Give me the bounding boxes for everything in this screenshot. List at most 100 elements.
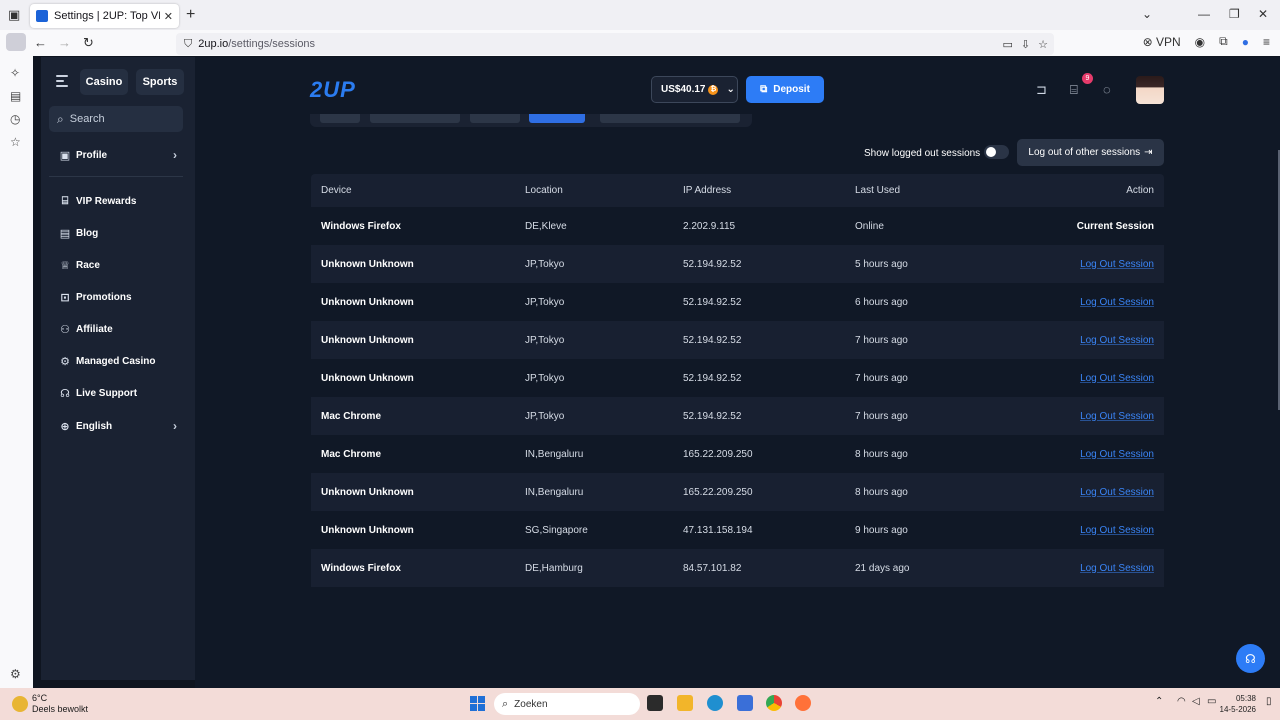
- picture-icon[interactable]: ▭: [1003, 38, 1013, 51]
- table-row: Unknown Unknown JP,Tokyo 52.194.92.52 7 …: [311, 359, 1164, 397]
- firefox-icon[interactable]: [795, 695, 811, 711]
- save-page-icon[interactable]: ⇩: [1021, 38, 1030, 51]
- history-icon[interactable]: ◷: [10, 112, 20, 126]
- settings-tab[interactable]: [370, 114, 460, 123]
- affiliate-users-icon: ⚇: [60, 323, 70, 336]
- forward-icon[interactable]: →: [58, 35, 71, 50]
- casino-button[interactable]: Casino: [80, 69, 128, 95]
- show-logged-out-toggle[interactable]: [984, 145, 1009, 159]
- sidebar-toggle-icon[interactable]: [6, 33, 26, 51]
- globe-icon: ⊕: [60, 420, 70, 433]
- logout-session-link[interactable]: Log Out Session: [1080, 335, 1154, 346]
- synced-tabs-icon[interactable]: ▤: [10, 89, 21, 103]
- app-menu-icon[interactable]: ≡: [1263, 35, 1270, 49]
- sidebar-item-label: Live Support: [76, 387, 138, 399]
- notification-badge: 9: [1082, 73, 1093, 84]
- sidebar-item-label: Race: [76, 259, 100, 271]
- clock-date: 14-5-2026: [1219, 705, 1256, 714]
- account-icon[interactable]: ◉: [1195, 35, 1205, 49]
- file-explorer-icon[interactable]: [677, 695, 693, 711]
- restore-icon[interactable]: ❐: [1229, 7, 1240, 21]
- weather-widget[interactable]: 6°C Deels bewolkt: [12, 693, 88, 715]
- logout-session-link[interactable]: Log Out Session: [1080, 449, 1154, 460]
- sidebar-item-profile[interactable]: ▣ Profile ›: [59, 148, 177, 162]
- search-placeholder: Search: [69, 113, 105, 125]
- task-view-icon[interactable]: [647, 695, 663, 711]
- bookmark-star-icon[interactable]: ☆: [1038, 38, 1048, 51]
- cell-device: Windows Firefox: [321, 562, 401, 574]
- cell-last-used: 8 hours ago: [855, 448, 908, 460]
- gift-icon[interactable]: ⌸: [1070, 82, 1078, 98]
- sidebar-item-promotions[interactable]: ⊡ Promotions: [59, 291, 177, 304]
- wifi-icon[interactable]: ◠: [1177, 696, 1186, 707]
- browser-titlebar: ▣ Settings | 2UP: Top VIP Online Casino …: [0, 0, 1280, 30]
- sidebar-item-vip-rewards[interactable]: ⌸ VIP Rewards: [59, 195, 177, 207]
- settings-tab-strip: [310, 114, 752, 127]
- reload-icon[interactable]: ↻: [83, 35, 94, 51]
- settings-tab-active[interactable]: [529, 114, 585, 123]
- promotions-icon: ⊡: [60, 291, 70, 304]
- ai-sparkle-icon[interactable]: ✧: [10, 66, 20, 80]
- chat-icon[interactable]: ◌: [1103, 82, 1111, 97]
- taskbar-clock[interactable]: 05:38 14-5-2026: [1220, 693, 1256, 715]
- cell-last-used: Online: [855, 220, 884, 232]
- back-icon[interactable]: ←: [34, 35, 47, 50]
- battery-icon[interactable]: ▭: [1207, 696, 1216, 707]
- notifications-icon[interactable]: ▯: [1266, 696, 1272, 707]
- sidebar-item-live-support[interactable]: ☊ Live Support: [59, 387, 177, 400]
- start-button-icon[interactable]: [470, 696, 485, 711]
- sidebar-item-language[interactable]: ⊕ English ›: [59, 419, 177, 433]
- deposit-button[interactable]: ⧉ Deposit: [746, 76, 824, 103]
- firefox-vpn-icon[interactable]: ●: [1242, 35, 1249, 49]
- customize-sidebar-icon[interactable]: ⚙: [10, 667, 21, 681]
- logout-session-link[interactable]: Log Out Session: [1080, 373, 1154, 384]
- logout-session-link[interactable]: Log Out Session: [1080, 297, 1154, 308]
- tab-overview-icon[interactable]: ▣: [8, 7, 20, 23]
- tray-overflow-icon[interactable]: ⌃: [1155, 696, 1163, 707]
- minimize-icon[interactable]: —: [1198, 7, 1210, 21]
- sports-button[interactable]: Sports: [136, 69, 184, 95]
- ticket-icon[interactable]: ⊐: [1036, 82, 1047, 98]
- table-header: Device Location IP Address Last Used Act…: [311, 174, 1164, 207]
- sidebar-item-managed-casino[interactable]: ⚙ Managed Casino: [59, 355, 177, 368]
- balance-selector[interactable]: US$40.17 ₿ ⌄: [651, 76, 738, 103]
- browser-tab[interactable]: Settings | 2UP: Top VIP Online Casino ✕: [30, 4, 179, 28]
- balance-amount: US$40.17: [661, 84, 706, 95]
- logout-session-link[interactable]: Log Out Session: [1080, 487, 1154, 498]
- logout-session-link[interactable]: Log Out Session: [1080, 563, 1154, 574]
- vpn-button[interactable]: ⊗ VPN: [1143, 35, 1181, 49]
- bookmarks-icon[interactable]: ☆: [10, 135, 21, 149]
- cell-last-used: 9 hours ago: [855, 524, 908, 536]
- new-tab-icon[interactable]: +: [186, 6, 195, 24]
- store-icon[interactable]: [737, 695, 753, 711]
- chrome-icon[interactable]: [766, 695, 782, 711]
- logout-session-link[interactable]: Log Out Session: [1080, 411, 1154, 422]
- cell-location: JP,Tokyo: [525, 410, 565, 422]
- avatar[interactable]: [1136, 76, 1164, 104]
- tab-list-chevron-icon[interactable]: ⌄: [1142, 7, 1152, 21]
- live-support-button[interactable]: ☊: [1236, 644, 1265, 673]
- chevron-down-icon: ⌄: [726, 84, 735, 95]
- sidebar-item-affiliate[interactable]: ⚇ Affiliate: [59, 323, 177, 336]
- settings-tab[interactable]: [320, 114, 360, 123]
- close-window-icon[interactable]: ✕: [1258, 7, 1268, 21]
- sidebar-item-blog[interactable]: ▤ Blog: [59, 227, 177, 240]
- extensions-icon[interactable]: ⧉: [1219, 34, 1228, 49]
- site-logo[interactable]: 2UP: [310, 77, 356, 103]
- settings-tab[interactable]: [600, 114, 740, 123]
- volume-icon[interactable]: ◁: [1192, 696, 1200, 707]
- tab-close-icon[interactable]: ✕: [164, 10, 173, 23]
- tracking-shield-icon[interactable]: ⛉: [184, 38, 192, 51]
- settings-tab[interactable]: [470, 114, 520, 123]
- sidebar-item-race[interactable]: ♕ Race: [59, 259, 177, 272]
- logout-other-sessions-button[interactable]: Log out of other sessions ⇥: [1017, 139, 1164, 166]
- address-bar[interactable]: ⛉ 2up.io/settings/sessions ▭ ⇩ ☆: [176, 33, 1054, 55]
- edge-icon[interactable]: [707, 695, 723, 711]
- cell-last-used: 7 hours ago: [855, 372, 908, 384]
- sidebar-search[interactable]: ⌕ Search: [49, 106, 183, 132]
- logout-session-link[interactable]: Log Out Session: [1080, 525, 1154, 536]
- logout-session-link[interactable]: Log Out Session: [1080, 259, 1154, 270]
- url-domain: 2up.io: [198, 38, 229, 50]
- hamburger-menu-icon[interactable]: [56, 75, 68, 90]
- taskbar-search[interactable]: ⌕ Zoeken: [494, 693, 640, 715]
